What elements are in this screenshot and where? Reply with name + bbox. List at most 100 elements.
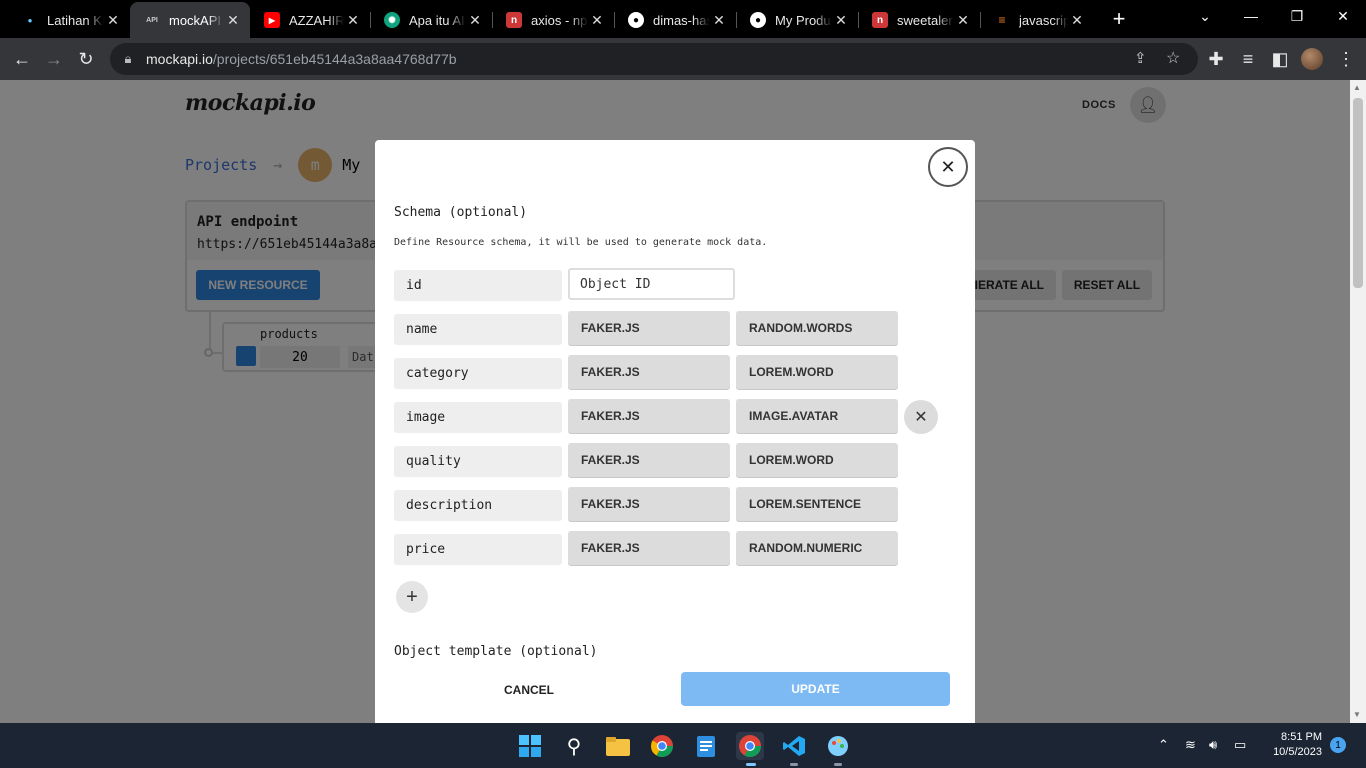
field-subtype-select[interactable]: RANDOM.WORDS <box>736 311 898 345</box>
tab-1[interactable]: API mockAPI ✕ <box>130 2 250 38</box>
close-window-icon[interactable]: ✕ <box>1328 8 1358 25</box>
field-subtype-select[interactable]: LOREM.WORD <box>736 355 898 389</box>
notepad-icon[interactable] <box>692 732 720 760</box>
clock-time: 8:51 PM <box>1281 731 1322 743</box>
share-icon[interactable]: ⇪ <box>1134 49 1147 67</box>
profile-avatar[interactable] <box>1300 47 1324 71</box>
field-type-select[interactable]: FAKER.JS <box>568 443 730 477</box>
new-tab-icon[interactable]: + <box>1108 8 1130 30</box>
edit-resource-modal: ✕ Schema (optional) Define Resource sche… <box>375 140 975 723</box>
close-icon: ✕ <box>914 409 928 426</box>
tab-0[interactable]: ● Latihan KI ✕ <box>8 4 130 36</box>
chrome-logo-icon <box>651 735 673 757</box>
field-type-select[interactable]: FAKER.JS <box>568 487 730 521</box>
taskbar-clock[interactable]: 8:51 PM 10/5/2023 <box>1258 730 1322 760</box>
side-panel-icon[interactable]: ◧ <box>1268 47 1292 71</box>
schema-row: description FAKER.JS LOREM.SENTENCE <box>394 487 954 524</box>
close-tab-icon[interactable]: ✕ <box>466 12 484 29</box>
rainbow-favicon-icon: ● <box>27 15 33 25</box>
plus-icon: + <box>406 585 418 608</box>
remove-field-button[interactable]: ✕ <box>904 400 938 434</box>
field-subtype-select[interactable]: IMAGE.AVATAR <box>736 399 898 433</box>
forward-icon[interactable]: → <box>42 47 66 71</box>
chrome-logo-icon <box>739 735 761 757</box>
field-type-select[interactable]: FAKER.JS <box>568 399 730 433</box>
field-subtype-select[interactable]: RANDOM.NUMERIC <box>736 531 898 565</box>
bookmark-star-icon[interactable]: ☆ <box>1166 48 1180 68</box>
volume-icon[interactable]: 🔊︎ <box>1209 737 1217 753</box>
wifi-icon[interactable]: ≋ <box>1185 737 1196 753</box>
field-name-input[interactable]: description <box>394 490 562 521</box>
tab-4[interactable]: n axios - np ✕ <box>492 4 614 36</box>
show-hidden-icons-icon[interactable]: ⌃ <box>1158 737 1169 753</box>
browser-toolbar: ← → ↻ 🔒︎ mockapi.io/projects/651eb45144a… <box>0 38 1366 80</box>
field-name-input[interactable]: name <box>394 314 562 345</box>
search-icon[interactable]: ⚲ <box>560 732 588 760</box>
windows-logo-icon <box>519 735 541 757</box>
close-tab-icon[interactable]: ✕ <box>832 12 850 29</box>
tab-5[interactable]: ● dimas-has ✕ <box>614 4 736 36</box>
cancel-button[interactable]: CANCEL <box>504 683 554 697</box>
modal-close-button[interactable]: ✕ <box>928 147 968 187</box>
close-tab-icon[interactable]: ✕ <box>1068 12 1086 29</box>
running-app-indicator <box>790 763 798 766</box>
scroll-up-icon[interactable]: ▲ <box>1353 83 1361 92</box>
tab-2[interactable]: ▶ AZZAHIR ✕ <box>250 4 370 36</box>
vscode-icon[interactable] <box>780 732 808 760</box>
media-control-icon[interactable]: ≡ <box>1236 47 1260 71</box>
field-type-select[interactable]: Object ID <box>568 268 735 300</box>
modal-footer: CANCEL UPDATE <box>375 659 975 723</box>
schema-row: image FAKER.JS IMAGE.AVATAR ✕ <box>394 399 954 436</box>
field-name-input[interactable]: price <box>394 534 562 565</box>
battery-icon[interactable]: ▭ <box>1234 737 1246 753</box>
scrollbar-thumb[interactable] <box>1353 98 1363 288</box>
tab-title: Latihan KI <box>47 12 104 28</box>
chrome-icon[interactable] <box>648 732 676 760</box>
close-tab-icon[interactable]: ✕ <box>344 12 362 29</box>
paint-icon[interactable] <box>824 732 852 760</box>
field-type-select[interactable]: FAKER.JS <box>568 355 730 389</box>
tab-7[interactable]: n sweetalert ✕ <box>858 4 980 36</box>
address-bar[interactable]: 🔒︎ mockapi.io/projects/651eb45144a3a8aa4… <box>110 43 1198 75</box>
field-name-input[interactable]: image <box>394 402 562 433</box>
minimize-icon[interactable]: — <box>1236 8 1266 24</box>
notification-badge[interactable]: 1 <box>1330 737 1346 753</box>
tab-8[interactable]: ≡ javascript ✕ <box>980 4 1094 36</box>
object-template-title: Object template (optional) <box>394 644 598 659</box>
tab-title: javascript <box>1019 12 1068 28</box>
extensions-icon[interactable]: ✚ <box>1204 47 1228 71</box>
windows-taskbar: ⚲ ⌃ ≋ 🔊︎ ▭ 8:51 PM 10/5/2023 1 <box>0 723 1366 768</box>
restore-icon[interactable]: ❐ <box>1282 8 1312 25</box>
add-field-button[interactable]: + <box>396 581 428 613</box>
youtube-favicon-icon: ▶ <box>264 12 280 28</box>
tab-title: My Produ <box>775 12 831 28</box>
close-tab-icon[interactable]: ✕ <box>588 12 606 29</box>
field-name-input[interactable]: id <box>394 270 562 301</box>
tab-title: sweetalert <box>897 12 954 28</box>
tab-6[interactable]: ● My Produ ✕ <box>736 4 858 36</box>
schema-row: quality FAKER.JS LOREM.WORD <box>394 443 954 480</box>
close-tab-icon[interactable]: ✕ <box>954 12 972 29</box>
file-explorer-icon[interactable] <box>604 732 632 760</box>
menu-icon[interactable]: ⋮ <box>1334 47 1358 71</box>
reload-icon[interactable]: ↻ <box>74 47 98 71</box>
close-tab-icon[interactable]: ✕ <box>710 12 728 29</box>
start-button[interactable] <box>516 732 544 760</box>
tab-search-icon[interactable]: ⌄ <box>1190 8 1220 25</box>
close-tab-icon[interactable]: ✕ <box>224 12 242 29</box>
chrome-profile-icon[interactable] <box>736 732 764 760</box>
field-type-select[interactable]: FAKER.JS <box>568 311 730 345</box>
field-subtype-select[interactable]: LOREM.WORD <box>736 443 898 477</box>
tab-title: mockAPI <box>169 12 222 28</box>
field-name-input[interactable]: quality <box>394 446 562 477</box>
tab-3[interactable]: ✺ Apa itu AI ✕ <box>370 4 492 36</box>
back-icon[interactable]: ← <box>10 47 34 71</box>
page-scrollbar[interactable]: ▲ ▼ <box>1350 80 1366 723</box>
scroll-down-icon[interactable]: ▼ <box>1353 710 1361 719</box>
close-tab-icon[interactable]: ✕ <box>104 12 122 29</box>
update-button[interactable]: UPDATE <box>681 672 950 706</box>
field-name-input[interactable]: category <box>394 358 562 389</box>
lock-icon: 🔒︎ <box>124 51 132 66</box>
field-subtype-select[interactable]: LOREM.SENTENCE <box>736 487 898 521</box>
field-type-select[interactable]: FAKER.JS <box>568 531 730 565</box>
